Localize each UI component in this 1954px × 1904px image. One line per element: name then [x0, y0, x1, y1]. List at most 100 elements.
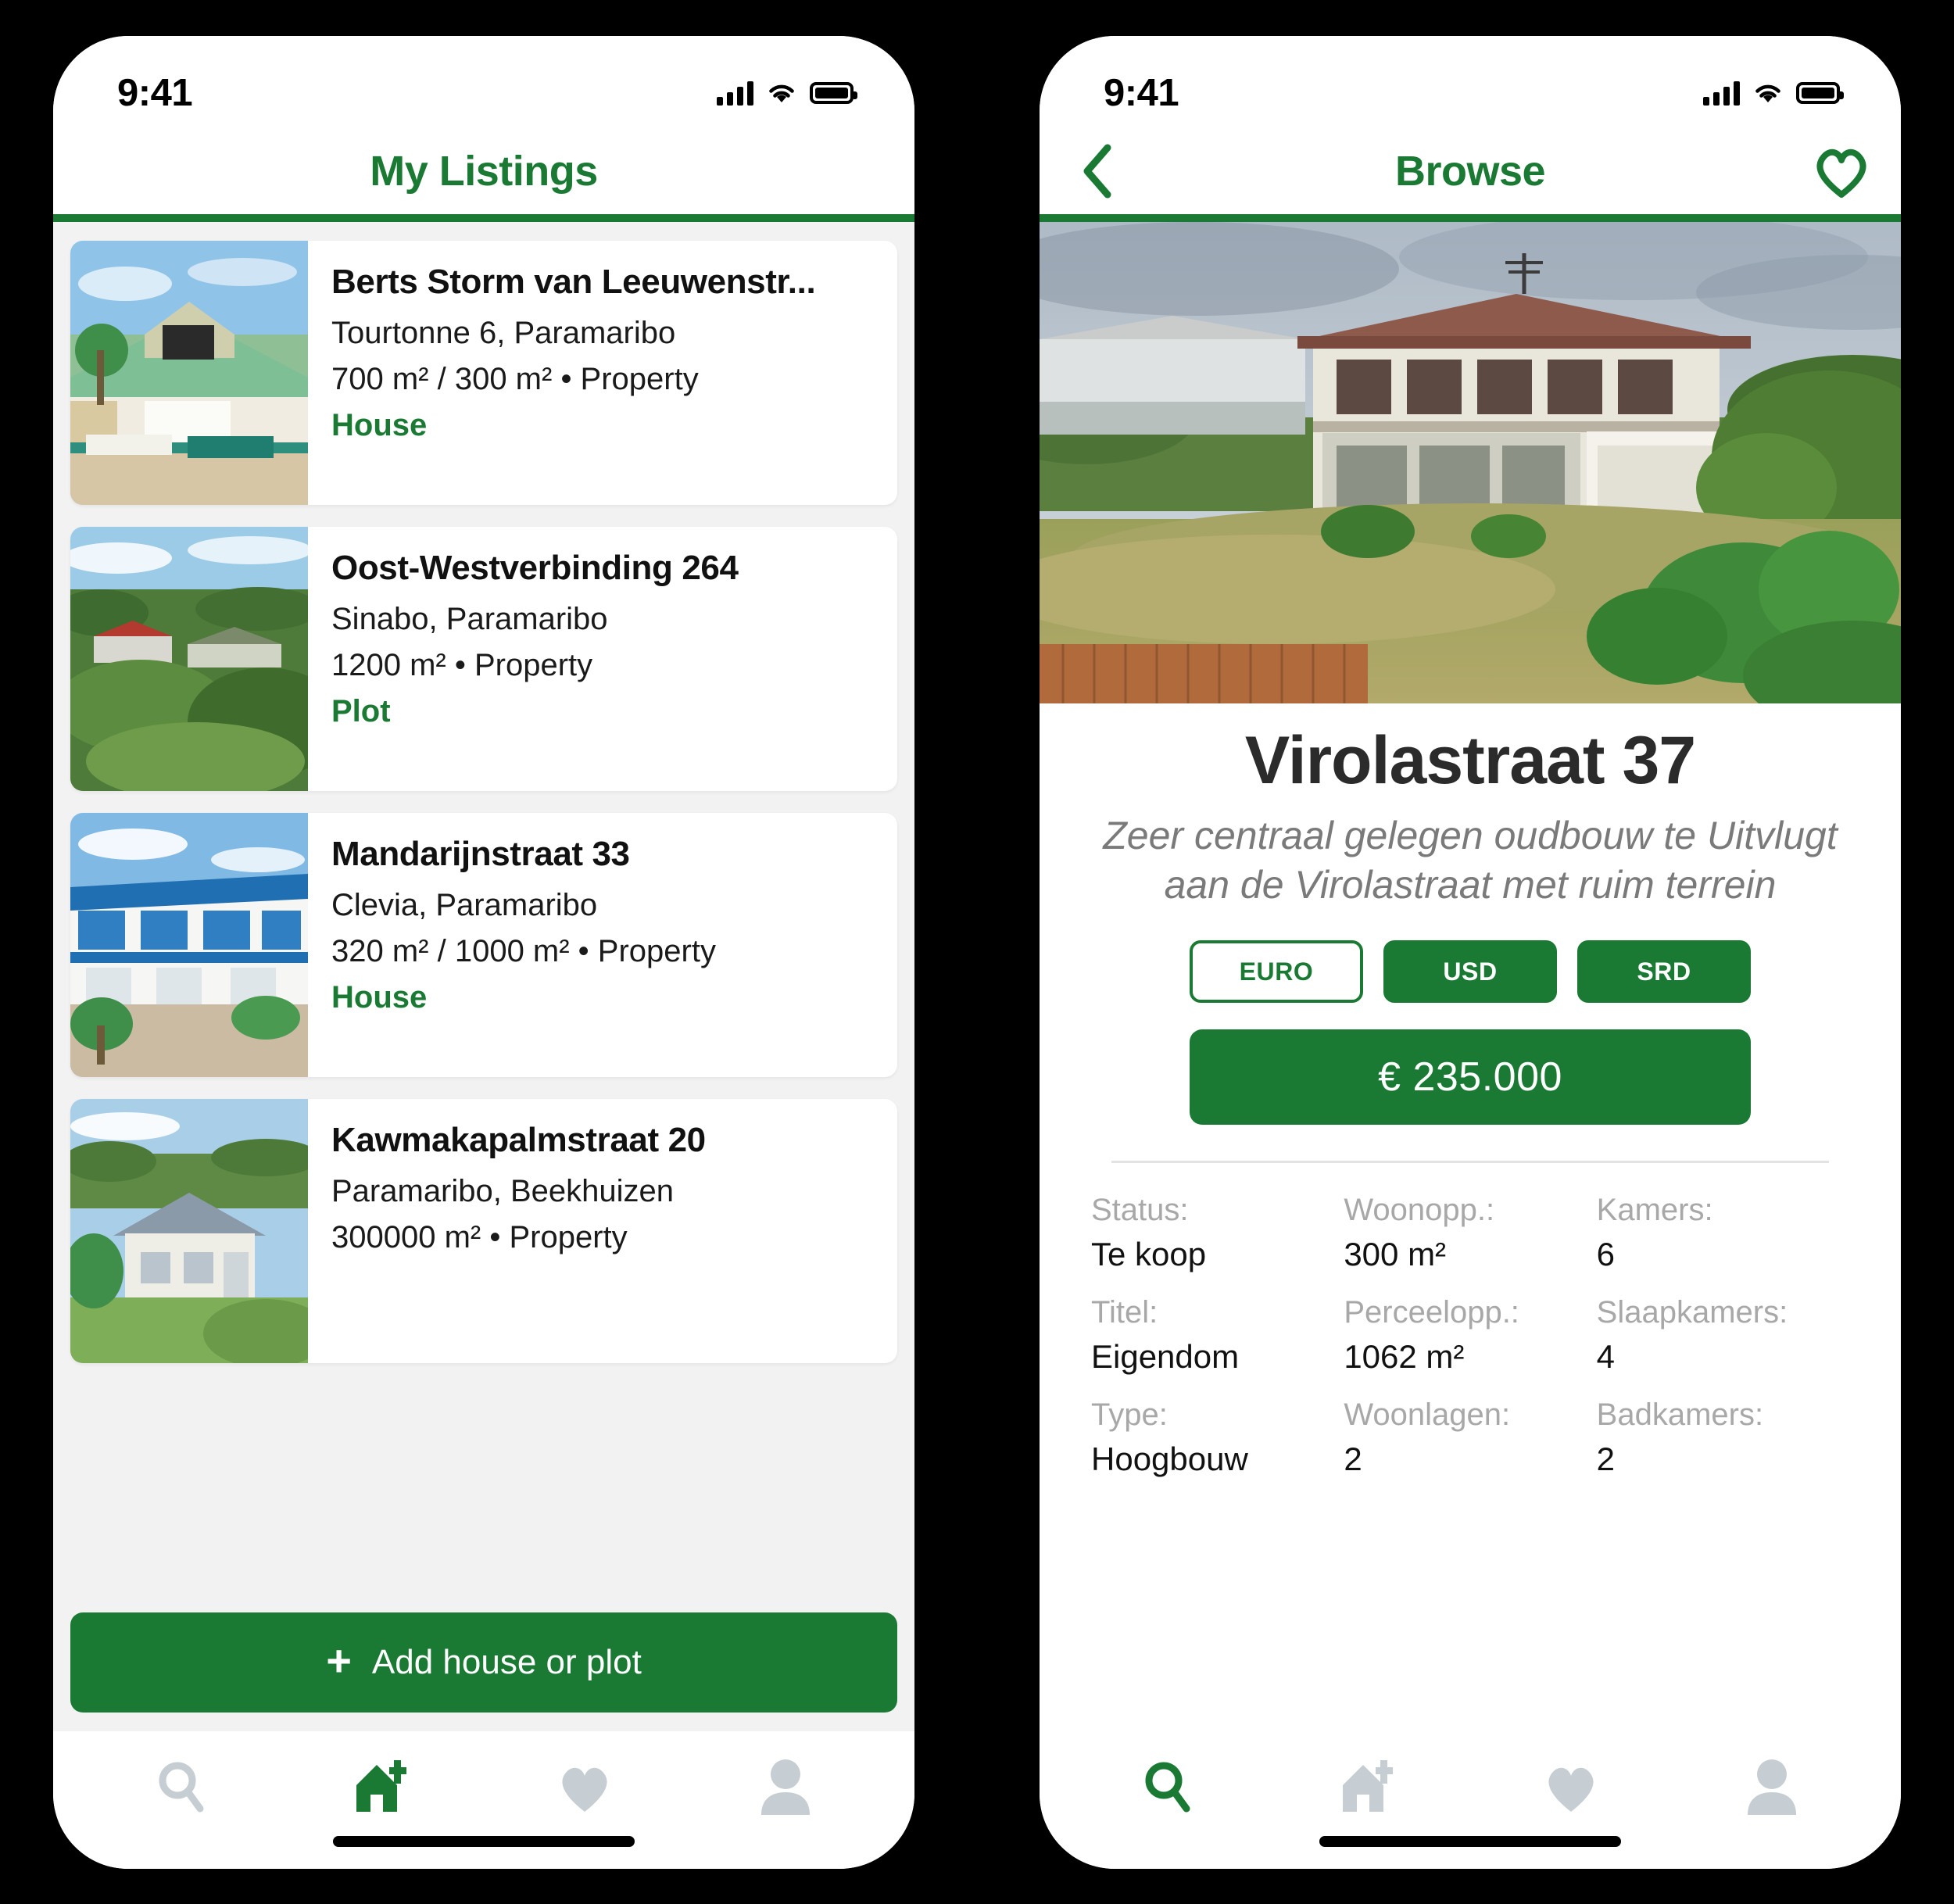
- back-button[interactable]: [1068, 140, 1130, 202]
- phone-browse-detail: 9:41 Browse Virolastraat 37 Zeer centraa…: [1040, 35, 1901, 1869]
- heart-icon: [1548, 1767, 1594, 1812]
- spec-value: Eigendom: [1091, 1338, 1240, 1376]
- listing-size: 300000 m² • Property: [331, 1219, 628, 1254]
- spec-value: 300 m²: [1344, 1236, 1447, 1273]
- status-time: 9:41: [1104, 71, 1179, 114]
- listing-location: Paramaribo, Beekhuizen: [331, 1173, 675, 1208]
- spec-label: Status:: [1091, 1193, 1189, 1228]
- home-indicator-left: [333, 1835, 635, 1847]
- listing-title: Berts Storm van Leeuwenstr...: [331, 262, 816, 301]
- page-title: Browse: [1394, 147, 1546, 195]
- spec-label: Titel:: [1091, 1295, 1158, 1330]
- navbar-browse: Browse: [1040, 127, 1901, 214]
- house-plus-icon: [1343, 1759, 1394, 1812]
- list-item[interactable]: Mandarijnstraat 33 Clevia, Paramaribo 32…: [70, 812, 897, 1077]
- spec-label: Perceelopp.:: [1344, 1295, 1519, 1330]
- plus-icon: +: [326, 1635, 352, 1685]
- tab-add-listing[interactable]: [332, 1748, 434, 1826]
- navbar-my-listings: My Listings: [53, 127, 914, 214]
- list-item[interactable]: Berts Storm van Leeuwenstr... Tourtonne …: [70, 240, 897, 505]
- property-subtitle: Zeer centraal gelegen oudbouw te Uitvlug…: [1103, 814, 1838, 907]
- property-specs-grid: Status: Woonopp.: Kamers: Te koop 300 m²…: [1086, 1193, 1854, 1500]
- phone-my-listings: 9:41 My Listings Berts Storm van Leeuwen…: [53, 35, 914, 1869]
- listing-info: Oost-Westverbinding 264 Sinabo, Paramari…: [308, 527, 897, 791]
- battery-icon: [810, 81, 857, 104]
- tab-add-listing[interactable]: [1319, 1748, 1420, 1826]
- listing-info: Mandarijnstraat 33 Clevia, Paramaribo 32…: [308, 813, 897, 1077]
- person-icon: [761, 1759, 811, 1815]
- tab-search[interactable]: [1118, 1748, 1219, 1826]
- listing-info: Kawmakapalmstraat 20 Paramaribo, Beekhui…: [308, 1099, 897, 1363]
- spec-value: 2: [1596, 1441, 1616, 1478]
- favorite-button[interactable]: [1810, 140, 1873, 202]
- battery-icon: [1796, 81, 1844, 104]
- price-display[interactable]: € 235.000: [1190, 1029, 1751, 1126]
- chevron-left-icon: [1083, 144, 1111, 198]
- listing-size: 1200 m² • Property: [331, 647, 593, 682]
- listing-type-tag: House: [331, 979, 428, 1015]
- bottom-tab-bar-left[interactable]: [53, 1730, 914, 1869]
- add-button-label: Add house or plot: [371, 1642, 642, 1681]
- spec-value: 1062 m²: [1344, 1338, 1465, 1376]
- detail-content: Virolastraat 37 Zeer centraal gelegen ou…: [1040, 221, 1901, 1731]
- listing-title: Oost-Westverbinding 264: [331, 548, 739, 587]
- bottom-tab-bar-right[interactable]: [1040, 1730, 1901, 1869]
- listing-thumbnail: [70, 812, 308, 1077]
- listing-info: Berts Storm van Leeuwenstr... Tourtonne …: [308, 241, 897, 505]
- listing-location: Sinabo, Paramaribo: [331, 601, 608, 636]
- house-plus-icon: [356, 1759, 407, 1812]
- currency-button-usd[interactable]: USD: [1383, 940, 1557, 1004]
- listing-type-tag: Plot: [331, 693, 391, 728]
- section-divider: [1111, 1161, 1829, 1164]
- list-item[interactable]: Oost-Westverbinding 264 Sinabo, Paramari…: [70, 526, 897, 791]
- header-divider-right: [1040, 213, 1901, 222]
- person-icon: [1748, 1759, 1797, 1815]
- status-bar-left: 9:41: [53, 35, 914, 128]
- listing-title: Mandarijnstraat 33: [331, 834, 630, 873]
- status-bar-right: 9:41: [1040, 35, 1901, 128]
- spec-label: Slaapkamers:: [1596, 1295, 1788, 1330]
- spec-label: Badkamers:: [1596, 1398, 1764, 1433]
- currency-button-euro[interactable]: EURO: [1190, 940, 1363, 1004]
- status-icons: [717, 81, 857, 106]
- hero-image[interactable]: [1040, 221, 1901, 703]
- listing-size: 320 m² / 1000 m² • Property: [331, 933, 716, 968]
- tab-favorites[interactable]: [1520, 1748, 1622, 1826]
- listing-location: Tourtonne 6, Paramaribo: [331, 315, 676, 350]
- detail-text-area: Virolastraat 37 Zeer centraal gelegen ou…: [1040, 703, 1901, 1501]
- spec-value: 4: [1596, 1338, 1616, 1376]
- listing-location: Clevia, Paramaribo: [331, 887, 598, 922]
- status-icons: [1703, 81, 1844, 106]
- tab-profile[interactable]: [735, 1748, 836, 1826]
- wifi-icon: [1752, 81, 1784, 105]
- currency-selector[interactable]: EURO USD SRD: [1086, 940, 1854, 1004]
- status-time: 9:41: [117, 71, 193, 114]
- spec-value: 6: [1596, 1236, 1616, 1273]
- add-house-or-plot-button[interactable]: + Add house or plot: [70, 1612, 897, 1713]
- list-item[interactable]: Kawmakapalmstraat 20 Paramaribo, Beekhui…: [70, 1098, 897, 1363]
- tab-profile[interactable]: [1721, 1748, 1823, 1826]
- screenshot-stage: 9:41 My Listings Berts Storm van Leeuwen…: [0, 0, 1954, 1904]
- page-title: My Listings: [370, 147, 598, 195]
- listing-thumbnail: [70, 1098, 308, 1363]
- tab-search[interactable]: [131, 1748, 233, 1826]
- listing-size: 700 m² / 300 m² • Property: [331, 361, 699, 396]
- spec-label: Kamers:: [1596, 1193, 1713, 1228]
- listings-list[interactable]: Berts Storm van Leeuwenstr... Tourtonne …: [53, 221, 914, 1731]
- listing-thumbnail: [70, 240, 308, 505]
- spec-label: Woonlagen:: [1344, 1398, 1511, 1433]
- spec-value: Hoogbouw: [1091, 1441, 1248, 1478]
- spec-label: Woonopp.:: [1344, 1193, 1495, 1228]
- spec-value: 2: [1344, 1441, 1362, 1478]
- listing-title: Kawmakapalmstraat 20: [331, 1120, 706, 1159]
- signal-bars-icon: [717, 81, 753, 106]
- search-icon: [1145, 1762, 1190, 1812]
- listing-thumbnail: [70, 526, 308, 791]
- property-title: Virolastraat 37: [1244, 722, 1696, 798]
- heart-icon: [562, 1767, 607, 1812]
- tab-favorites[interactable]: [534, 1748, 635, 1826]
- currency-button-srd[interactable]: SRD: [1577, 940, 1751, 1004]
- spec-value: Te koop: [1091, 1236, 1207, 1273]
- listing-type-tag: House: [331, 407, 428, 442]
- spec-label: Type:: [1091, 1398, 1168, 1433]
